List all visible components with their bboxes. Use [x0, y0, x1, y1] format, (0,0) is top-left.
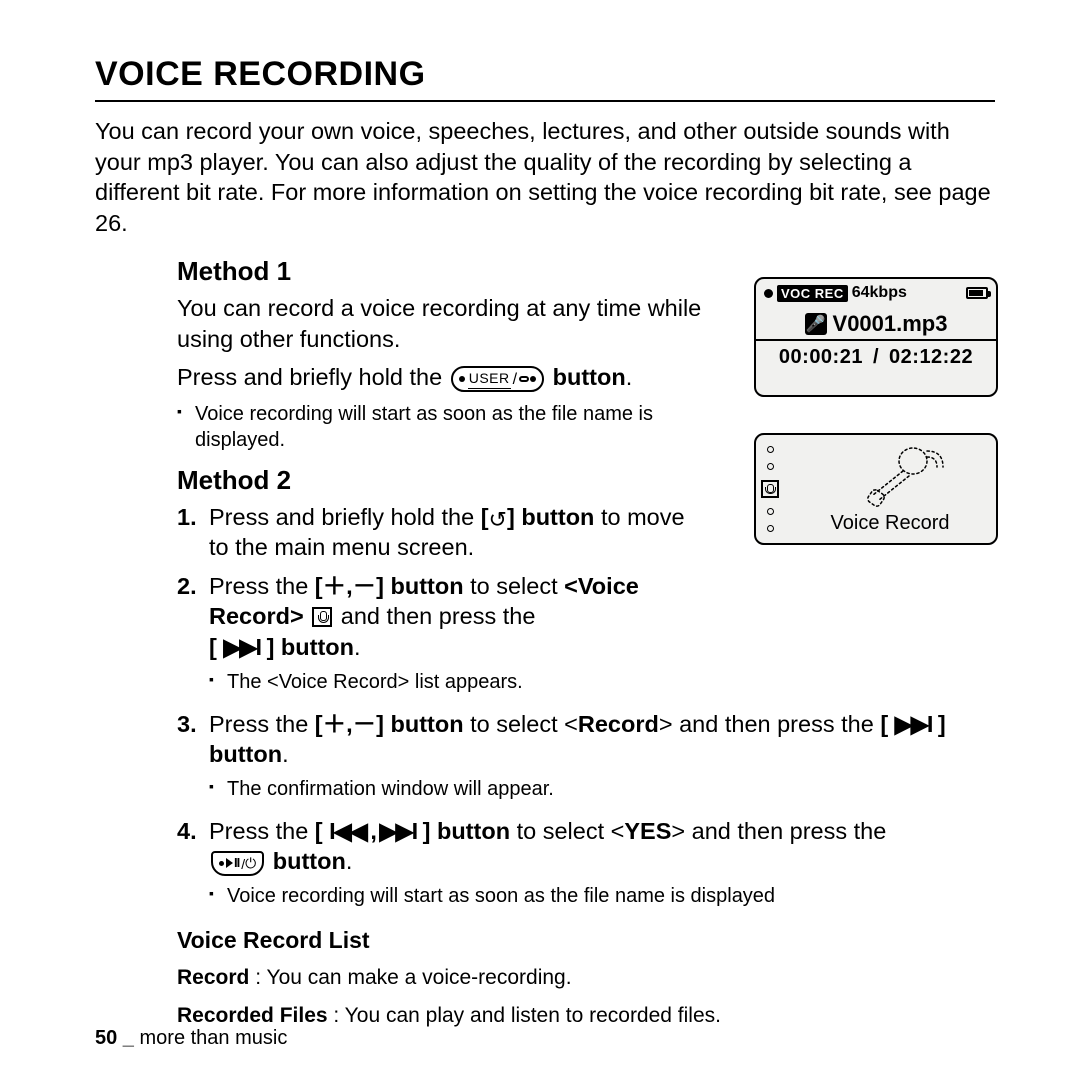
method2-step1: Press and briefly hold the [↺] button to…	[177, 502, 995, 563]
page-title: VOICE RECORDING	[95, 55, 995, 102]
bitrate-label: 64kbps	[852, 284, 907, 302]
next-icon: ▶▶I	[223, 634, 260, 660]
menu-dot-icon	[767, 463, 774, 470]
vrlist-recorded-files: Recorded Files : You can play and listen…	[177, 1002, 995, 1030]
back-icon: ↺	[489, 509, 507, 531]
voice-record-list-heading: Voice Record List	[177, 927, 995, 954]
method1-note: Voice recording will start as soon as th…	[177, 401, 737, 453]
menu-dot-icon	[767, 446, 774, 453]
play-pause-power-button-icon: II/⏻	[211, 851, 264, 876]
mic-icon	[312, 607, 332, 627]
battery-icon	[966, 287, 988, 299]
method2-step4: Press the [ I◀◀ , ▶▶I ] button to select…	[177, 816, 995, 909]
section-label: more than music	[140, 1027, 288, 1049]
method2-step3: Press the [＋,－] button to select <Record…	[177, 709, 995, 802]
vrlist-record: Record : You can make a voice-recording.	[177, 964, 995, 992]
screen-recording: VOC REC 64kbps 🎤 V0001.mp3 00:00:21 / 02…	[754, 277, 998, 397]
method1-desc: You can record a voice recording at any …	[177, 293, 737, 354]
page-number: 50	[95, 1027, 117, 1049]
method2-step2-note: The <Voice Record> list appears.	[209, 669, 995, 695]
total-time: 02:12:22	[889, 346, 973, 369]
intro-text: You can record your own voice, speeches,…	[95, 116, 995, 238]
record-dot-icon	[764, 289, 773, 298]
elapsed-time: 00:00:21	[779, 346, 863, 369]
menu-mic-icon	[761, 480, 779, 498]
method2-step3-note: The confirmation window will appear.	[209, 776, 995, 802]
filename-label: V0001.mp3	[833, 311, 948, 337]
method2-step2: Press the [＋,－] button to select <Voice …	[177, 571, 995, 695]
user-rec-button-icon: USER/	[451, 366, 544, 392]
method1-instruction: Press and briefly hold the USER/ button.	[177, 362, 737, 393]
prev-next-icon: I◀◀ , ▶▶I	[329, 818, 416, 844]
mic-icon: 🎤	[805, 313, 827, 335]
voc-rec-badge: VOC REC	[777, 285, 848, 302]
page-footer: 50 _ more than music	[95, 1027, 287, 1050]
next-icon: ▶▶I	[895, 711, 932, 737]
method2-step4-note: Voice recording will start as soon as th…	[209, 883, 995, 909]
time-sep: /	[873, 346, 879, 369]
